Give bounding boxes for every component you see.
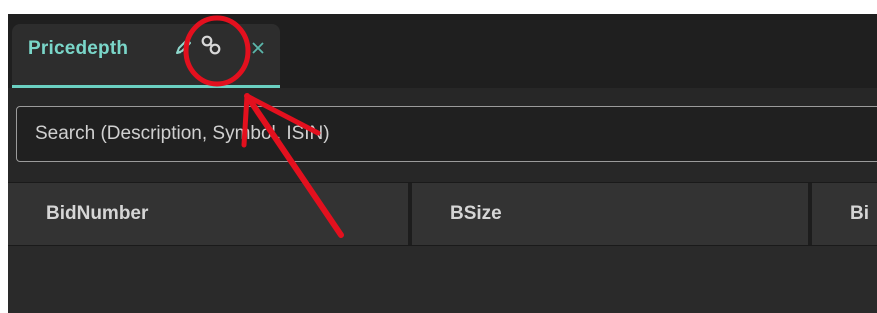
- search-input[interactable]: [16, 106, 877, 162]
- close-icon[interactable]: [250, 40, 266, 56]
- pricedepth-widget: Pricedepth BidNumber BSize Bi: [8, 14, 877, 313]
- link-icon[interactable]: [200, 34, 222, 56]
- tab-pricedepth[interactable]: Pricedepth: [12, 24, 280, 88]
- tab-title: Pricedepth: [28, 38, 129, 59]
- table-body: [8, 246, 877, 313]
- search-bar: [8, 88, 877, 182]
- column-header-bsize[interactable]: BSize: [412, 183, 808, 245]
- column-header-bi[interactable]: Bi: [812, 183, 877, 245]
- table-header: BidNumber BSize Bi: [8, 182, 877, 246]
- tab-strip: Pricedepth: [8, 14, 877, 88]
- pencil-icon[interactable]: [172, 36, 194, 58]
- column-header-bidnumber[interactable]: BidNumber: [8, 183, 408, 245]
